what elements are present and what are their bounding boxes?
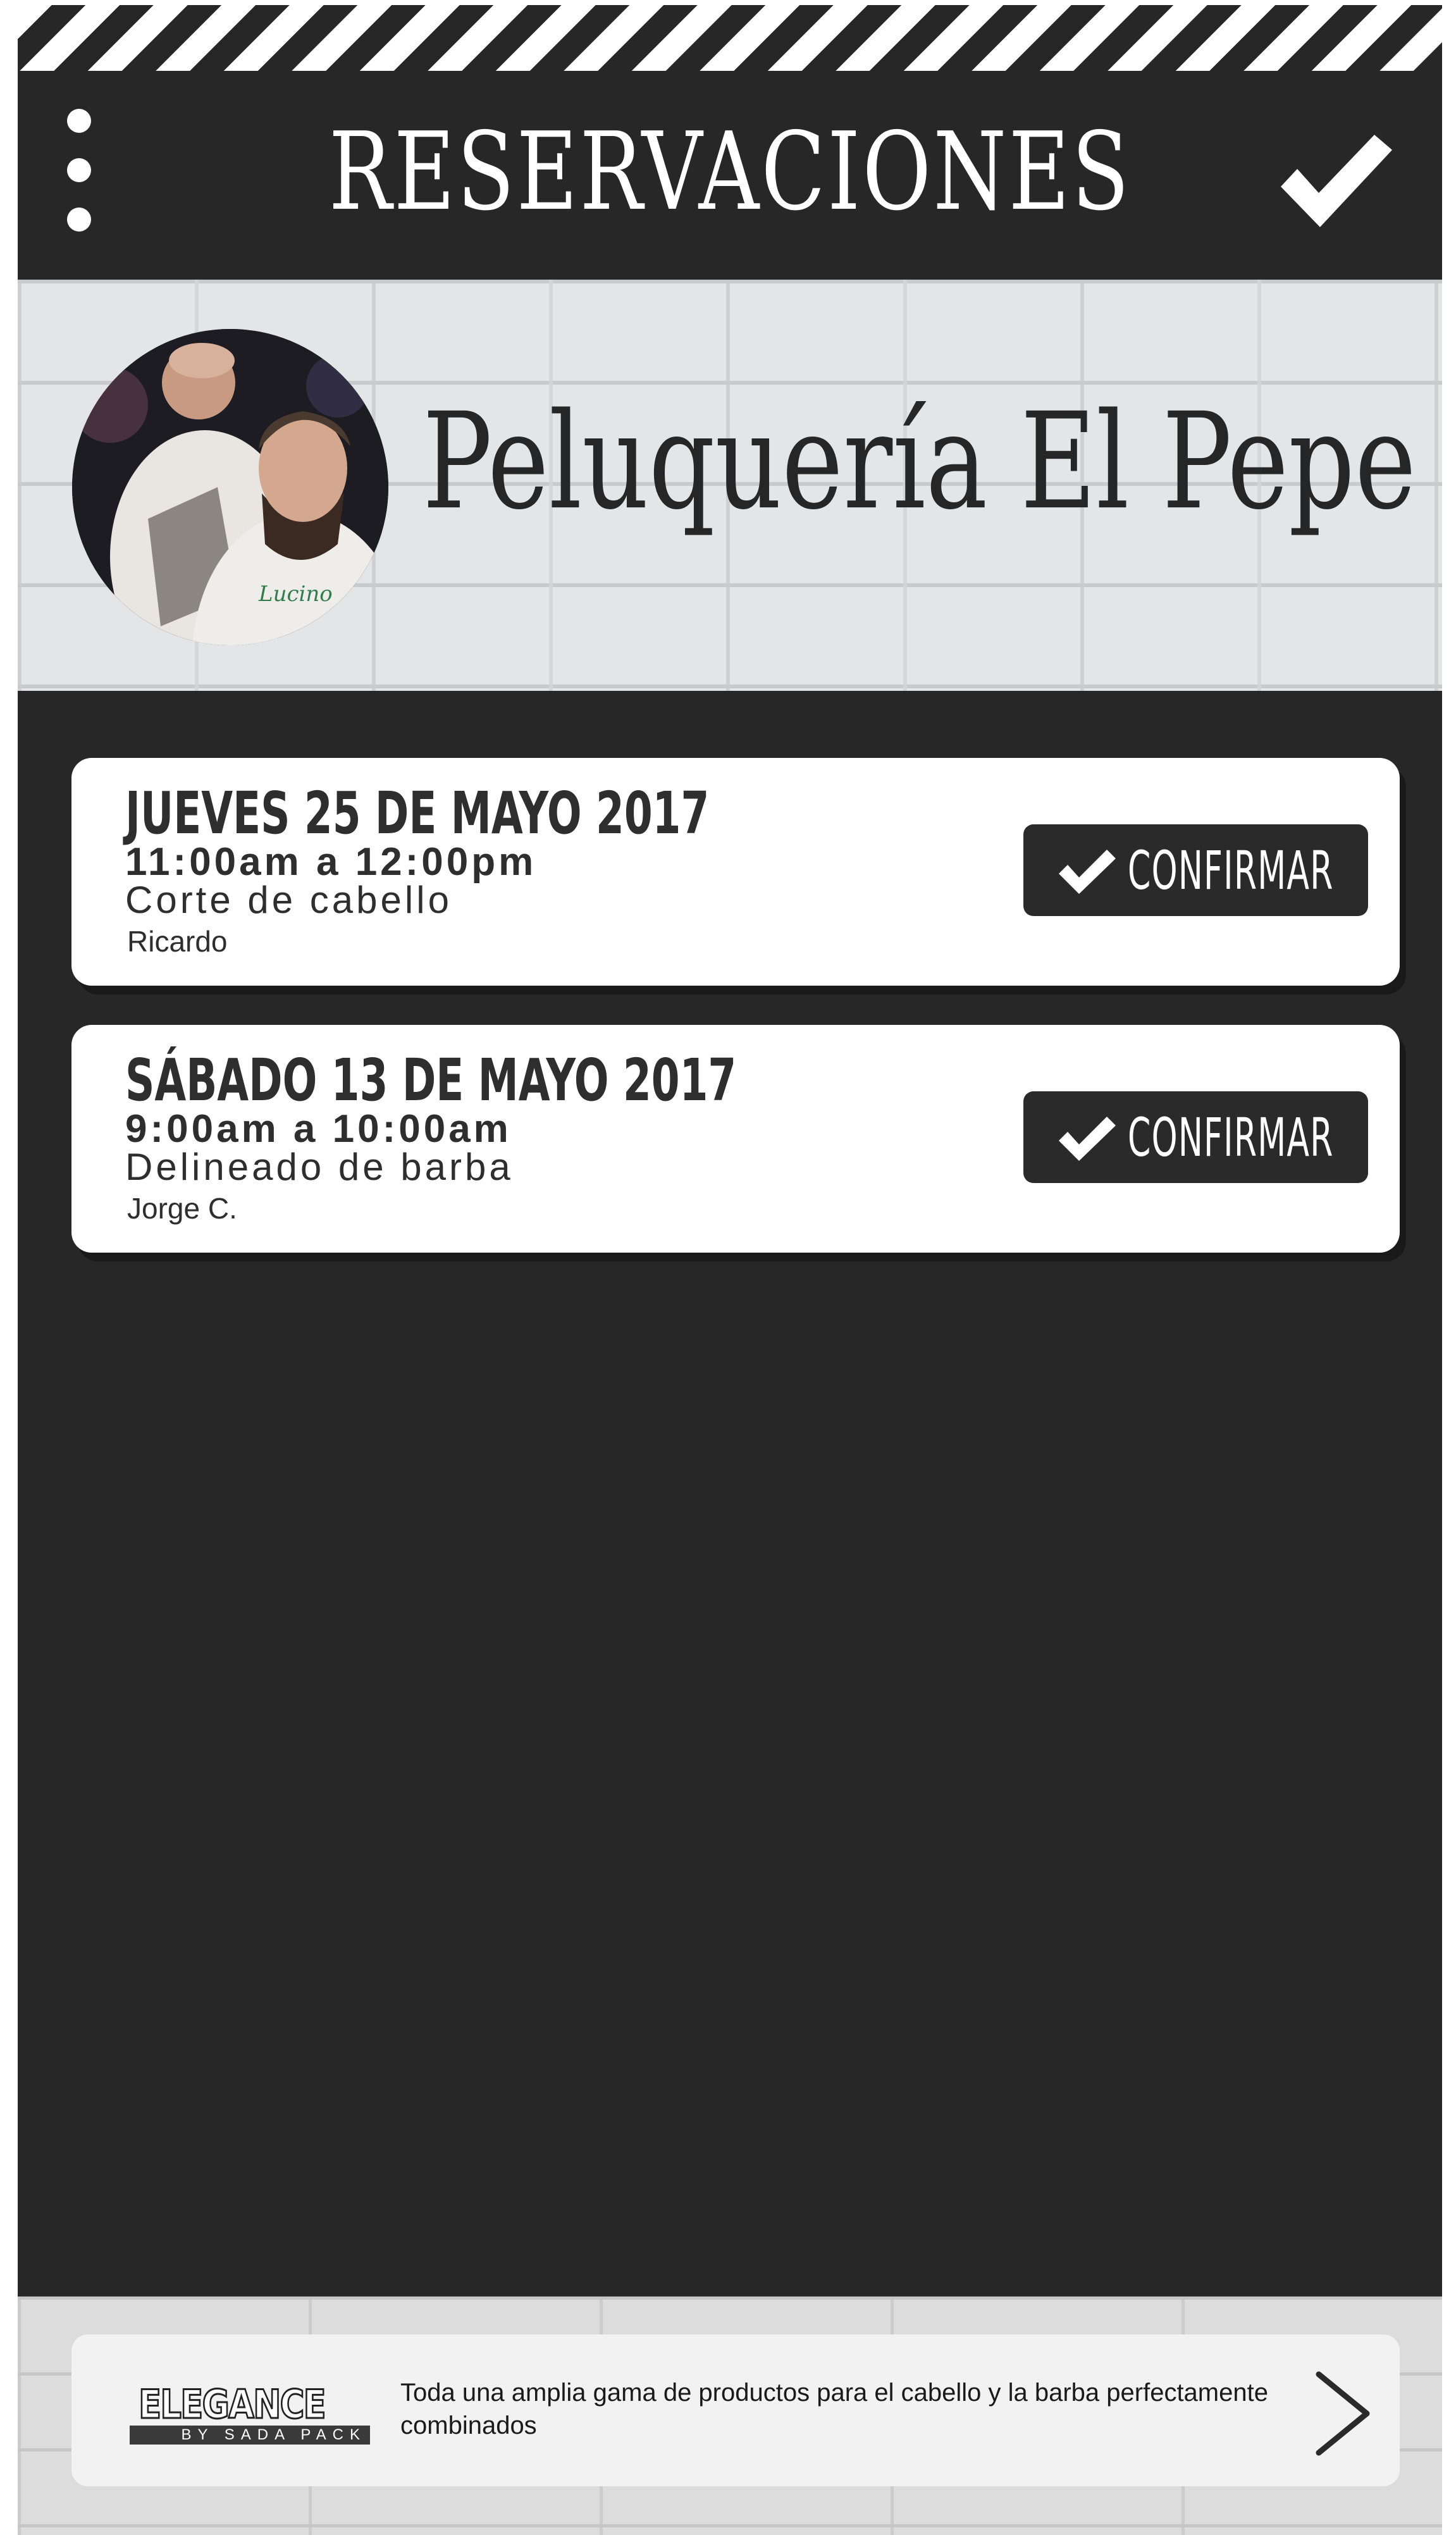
checkmark-icon [1059,850,1116,894]
page-title: RESERVACIONES [328,109,1132,235]
ad-text: Toda una amplia gama de productos para e… [400,2379,1268,2439]
logo-subtitle: BY SADA PACK [130,2426,370,2445]
chevron-right-icon[interactable] [1311,2369,1374,2458]
confirm-button-label: CONFIRMAR [1128,1106,1334,1168]
shop-avatar: Lucino [72,329,388,645]
checkmark-icon [1059,1117,1116,1161]
confirm-button[interactable]: CONFIRMAR [1023,824,1368,916]
logo-brand: ELEGANCE [138,2381,327,2427]
app-frame: RESERVACIONES Lucino Peluquería El Pepe [18,0,1442,2535]
elegance-logo: ELEGANCE BY SADA PACK [130,2381,370,2448]
top-stripe-banner [18,0,1442,71]
reservation-service: Corte de cabello [125,879,452,921]
svg-text:Lucino: Lucino [258,581,333,607]
menu-dots-icon[interactable] [62,109,94,235]
reservation-barber: Ricardo [127,925,228,958]
done-checkmark-icon[interactable] [1273,131,1400,232]
reservation-service: Delineado de barba [125,1146,514,1188]
confirm-button-label: CONFIRMAR [1128,840,1334,902]
app-bar: RESERVACIONES [18,71,1442,280]
reservation-date: JUEVES 25 DE MAYO 2017 [125,779,710,847]
reservation-card: SÁBADO 13 DE MAYO 2017 9:00am a 10:00am … [71,1025,1400,1253]
reservation-barber: Jorge C. [127,1192,237,1225]
ad-banner[interactable]: ELEGANCE BY SADA PACK Toda una amplia ga… [71,2334,1400,2486]
confirm-button[interactable]: CONFIRMAR [1023,1091,1368,1183]
reservation-date: SÁBADO 13 DE MAYO 2017 [125,1046,737,1114]
menu-dot [67,109,91,133]
menu-dot [67,158,91,182]
reservation-card: JUEVES 25 DE MAYO 2017 11:00am a 12:00pm… [71,758,1400,986]
shop-name: Peluquería El Pepe [423,384,1416,539]
menu-dot [67,208,91,232]
